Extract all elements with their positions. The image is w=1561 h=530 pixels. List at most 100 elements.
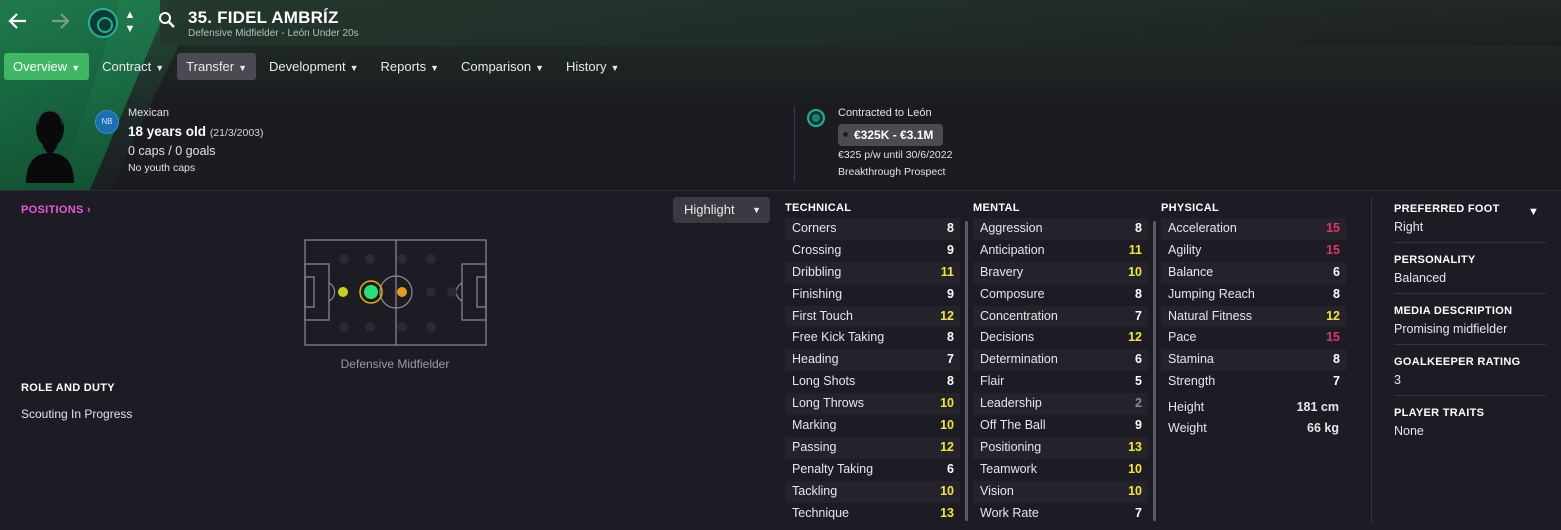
mental-scrollbar[interactable] xyxy=(1153,221,1156,521)
contract-club[interactable]: Contracted to León xyxy=(838,107,932,119)
media-description: MEDIA DESCRIPTION Promising midfielder xyxy=(1394,305,1546,336)
sidebar-divider xyxy=(1371,198,1372,524)
attribute-label: First Touch xyxy=(792,308,853,323)
position-dot-natural xyxy=(364,285,378,299)
attribute-row[interactable]: Composure 8 xyxy=(973,284,1148,306)
tab-transfer[interactable]: Transfer ▼ xyxy=(177,53,257,80)
tab-history[interactable]: History ▼ xyxy=(557,53,628,80)
forward-button[interactable] xyxy=(47,10,73,36)
attribute-value: 8 xyxy=(947,221,954,235)
attribute-row[interactable]: Penalty Taking 6 xyxy=(785,459,960,481)
attribute-row[interactable]: Vision 10 xyxy=(973,480,1148,503)
weight-value: 66 kg xyxy=(1307,421,1339,435)
date-of-birth: (21/3/2003) xyxy=(209,127,264,139)
role-duty-title: ROLE AND DUTY xyxy=(21,382,115,394)
attribute-value: 9 xyxy=(947,242,954,257)
attribute-row[interactable]: Free Kick Taking 8 xyxy=(785,327,960,349)
attribute-row[interactable]: Pace 15 xyxy=(1161,327,1346,349)
transfer-value[interactable]: €325K - €3.1M xyxy=(838,124,944,146)
club-badge-icon[interactable] xyxy=(807,109,825,127)
attribute-row[interactable]: Determination 6 xyxy=(973,349,1148,372)
attribute-value: 11 xyxy=(1128,242,1142,257)
attribute-row[interactable]: Off The Ball 9 xyxy=(973,415,1148,437)
attribute-row[interactable]: Passing 12 xyxy=(785,436,960,459)
attribute-row[interactable]: Bravery 10 xyxy=(973,261,1148,284)
attribute-label: Strength xyxy=(1168,374,1216,389)
tab-reports[interactable]: Reports ▼ xyxy=(372,53,448,80)
tab-development[interactable]: Development ▼ xyxy=(260,53,368,80)
attribute-label: Work Rate xyxy=(980,505,1039,520)
technical-scrollbar[interactable] xyxy=(965,221,968,521)
header-divider xyxy=(794,106,795,182)
back-button[interactable] xyxy=(5,10,31,36)
tab-label: Transfer xyxy=(186,59,235,74)
attribute-row[interactable]: Long Shots 8 xyxy=(785,371,960,393)
attribute-value: 7 xyxy=(1333,374,1340,389)
attribute-row[interactable]: Agility 15 xyxy=(1161,240,1346,262)
chevron-up-icon[interactable]: ▲ xyxy=(123,8,137,22)
attribute-row[interactable]: Crossing 9 xyxy=(785,240,960,262)
attribute-row[interactable]: Corners 8 xyxy=(785,218,960,240)
tab-label: Development xyxy=(269,59,346,74)
page-title: 35. FIDEL AMBRÍZ xyxy=(188,8,339,27)
attribute-value: 6 xyxy=(1333,264,1340,279)
attribute-row[interactable]: Concentration 7 xyxy=(973,305,1148,328)
attribute-label: Off The Ball xyxy=(980,418,1046,433)
role-duty-value: Scouting In Progress xyxy=(21,407,133,421)
attribute-row[interactable]: Technique 13 xyxy=(785,503,960,525)
attribute-row[interactable]: Work Rate 7 xyxy=(973,503,1148,525)
attribute-row[interactable]: Anticipation 11 xyxy=(973,240,1148,262)
attribute-row[interactable]: Aggression 8 xyxy=(973,218,1148,240)
attribute-row[interactable]: Positioning 13 xyxy=(973,436,1148,459)
mental-title: MENTAL xyxy=(973,202,1020,214)
attribute-label: Marking xyxy=(792,418,837,433)
attribute-value: 12 xyxy=(940,308,954,323)
caps-goals: 0 caps / 0 goals xyxy=(128,144,216,158)
attribute-row[interactable]: Stamina 8 xyxy=(1161,349,1346,372)
attribute-row[interactable]: Flair 5 xyxy=(973,371,1148,393)
tab-overview[interactable]: Overview ▼ xyxy=(4,53,90,80)
attribute-row[interactable]: Balance 6 xyxy=(1161,261,1346,284)
attribute-row[interactable]: Jumping Reach 8 xyxy=(1161,284,1346,306)
attribute-value: 8 xyxy=(1333,286,1340,301)
goalkeeper-rating-value: 3 xyxy=(1394,373,1401,387)
attribute-label: Aggression xyxy=(980,221,1043,235)
mental-list: Aggression 8 Anticipation 11 Bravery 10 Compos… xyxy=(973,218,1148,524)
attribute-row[interactable]: Natural Fitness 12 xyxy=(1161,305,1346,328)
highlight-dropdown[interactable]: Highlight ▼ xyxy=(673,197,770,223)
attribute-label: Anticipation xyxy=(980,242,1045,257)
attribute-label: Positioning xyxy=(980,439,1042,454)
title-bar-shade xyxy=(160,0,1561,46)
attribute-row[interactable]: Decisions 12 xyxy=(973,327,1148,349)
attribute-row[interactable]: Leadership 2 xyxy=(973,393,1148,416)
search-icon[interactable] xyxy=(158,11,176,29)
attribute-row[interactable]: Acceleration 15 xyxy=(1161,218,1346,240)
attribute-row[interactable]: Teamwork 10 xyxy=(973,459,1148,481)
attribute-row[interactable]: Tackling 10 xyxy=(785,480,960,503)
attribute-value: 10 xyxy=(1128,264,1142,279)
chevron-down-icon[interactable]: ▼ xyxy=(123,22,137,36)
attribute-row[interactable]: Heading 7 xyxy=(785,349,960,372)
attribute-label: Flair xyxy=(980,374,1005,389)
attribute-label: Crossing xyxy=(792,242,842,257)
tab-comparison[interactable]: Comparison ▼ xyxy=(452,53,553,80)
attribute-row[interactable]: Dribbling 11 xyxy=(785,261,960,284)
attribute-label: Corners xyxy=(792,221,837,235)
attribute-row[interactable]: Marking 10 xyxy=(785,415,960,437)
player-traits-title: PLAYER TRAITS xyxy=(1394,407,1485,419)
attribute-label: Acceleration xyxy=(1168,221,1237,235)
positions-link[interactable]: POSITIONS › xyxy=(21,204,91,216)
chevron-down-icon: ▼ xyxy=(349,63,359,73)
nationality[interactable]: Mexican xyxy=(128,107,169,119)
mental-attributes: MENTAL Aggression 8 Anticipation 11 Bravery 1… xyxy=(973,202,1148,524)
club-badge-icon[interactable] xyxy=(88,8,118,38)
attribute-value: 7 xyxy=(947,352,954,367)
attribute-row[interactable]: Finishing 9 xyxy=(785,284,960,306)
attribute-row[interactable]: First Touch 12 xyxy=(785,305,960,328)
player-switcher[interactable]: ▲ ▼ xyxy=(123,8,137,36)
tab-contract[interactable]: Contract ▼ xyxy=(93,53,173,80)
nation-badge-icon[interactable]: NB xyxy=(95,110,119,134)
positions-link-label: POSITIONS xyxy=(21,204,84,216)
attribute-row[interactable]: Strength 7 xyxy=(1161,371,1346,393)
attribute-row[interactable]: Long Throws 10 xyxy=(785,393,960,416)
